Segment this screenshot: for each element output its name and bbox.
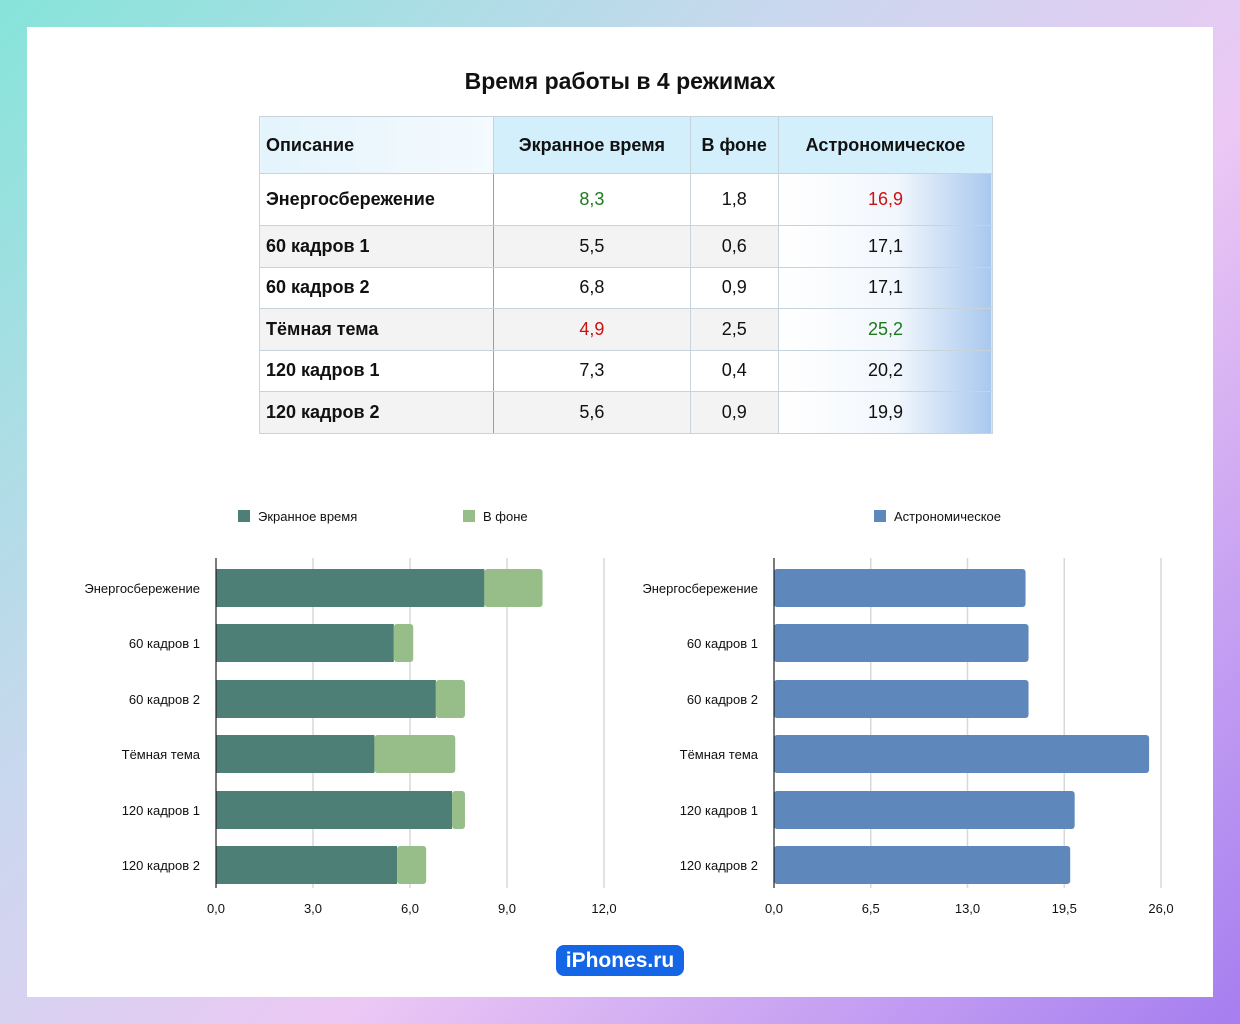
bar-primary bbox=[216, 569, 485, 607]
y-category-label: 60 кадров 1 bbox=[687, 636, 758, 651]
y-category-label: 120 кадров 2 bbox=[122, 858, 200, 873]
bar-primary bbox=[774, 680, 1029, 718]
x-tick-label: 6,5 bbox=[862, 901, 880, 916]
bar-primary bbox=[216, 846, 398, 884]
bar-secondary bbox=[435, 680, 465, 718]
y-category-label: 60 кадров 2 bbox=[687, 692, 758, 707]
x-tick-label: 26,0 bbox=[1148, 901, 1173, 916]
y-category-label: Энергосбережение bbox=[642, 581, 758, 596]
y-category-label: Тёмная тема bbox=[122, 747, 201, 762]
charts: 0,0 3,0 6,0 9,0 12,0 Энергосбережение 60 кадро… bbox=[84, 509, 1173, 916]
y-category-label: Энергосбережение bbox=[84, 581, 200, 596]
x-tick-label: 12,0 bbox=[591, 901, 616, 916]
y-category-label: 120 кадров 2 bbox=[680, 858, 758, 873]
bar-secondary bbox=[484, 569, 543, 607]
x-tick-label: 3,0 bbox=[304, 901, 322, 916]
x-tick-label: 19,5 bbox=[1052, 901, 1077, 916]
y-category-label: 60 кадров 2 bbox=[129, 692, 200, 707]
x-tick-label: 0,0 bbox=[765, 901, 783, 916]
y-category-label: 60 кадров 1 bbox=[129, 636, 200, 651]
y-category-label: 120 кадров 1 bbox=[680, 803, 758, 818]
bar-primary bbox=[774, 791, 1075, 829]
legend-swatch bbox=[238, 510, 250, 522]
bar-primary bbox=[216, 680, 436, 718]
legend-label: В фоне bbox=[483, 509, 528, 524]
bar-primary bbox=[774, 735, 1150, 773]
bar-secondary bbox=[452, 791, 465, 829]
bar-primary bbox=[774, 624, 1029, 662]
bar-secondary bbox=[393, 624, 414, 662]
logo: iPhones.ru bbox=[556, 945, 684, 976]
legend-label: Экранное время bbox=[258, 509, 357, 524]
bar-primary bbox=[774, 846, 1071, 884]
bar-secondary bbox=[374, 735, 456, 773]
legend-label: Астрономическое bbox=[894, 509, 1001, 524]
bar-primary bbox=[216, 735, 375, 773]
bar-primary bbox=[216, 791, 453, 829]
legend-swatch bbox=[874, 510, 886, 522]
x-tick-label: 13,0 bbox=[955, 901, 980, 916]
legend-swatch bbox=[463, 510, 475, 522]
bar-secondary bbox=[397, 846, 427, 884]
x-tick-label: 6,0 bbox=[401, 901, 419, 916]
y-category-label: 120 кадров 1 bbox=[122, 803, 200, 818]
x-tick-label: 9,0 bbox=[498, 901, 516, 916]
x-tick-label: 0,0 bbox=[207, 901, 225, 916]
y-category-label: Тёмная тема bbox=[680, 747, 759, 762]
bar-primary bbox=[774, 569, 1026, 607]
bar-primary bbox=[216, 624, 394, 662]
